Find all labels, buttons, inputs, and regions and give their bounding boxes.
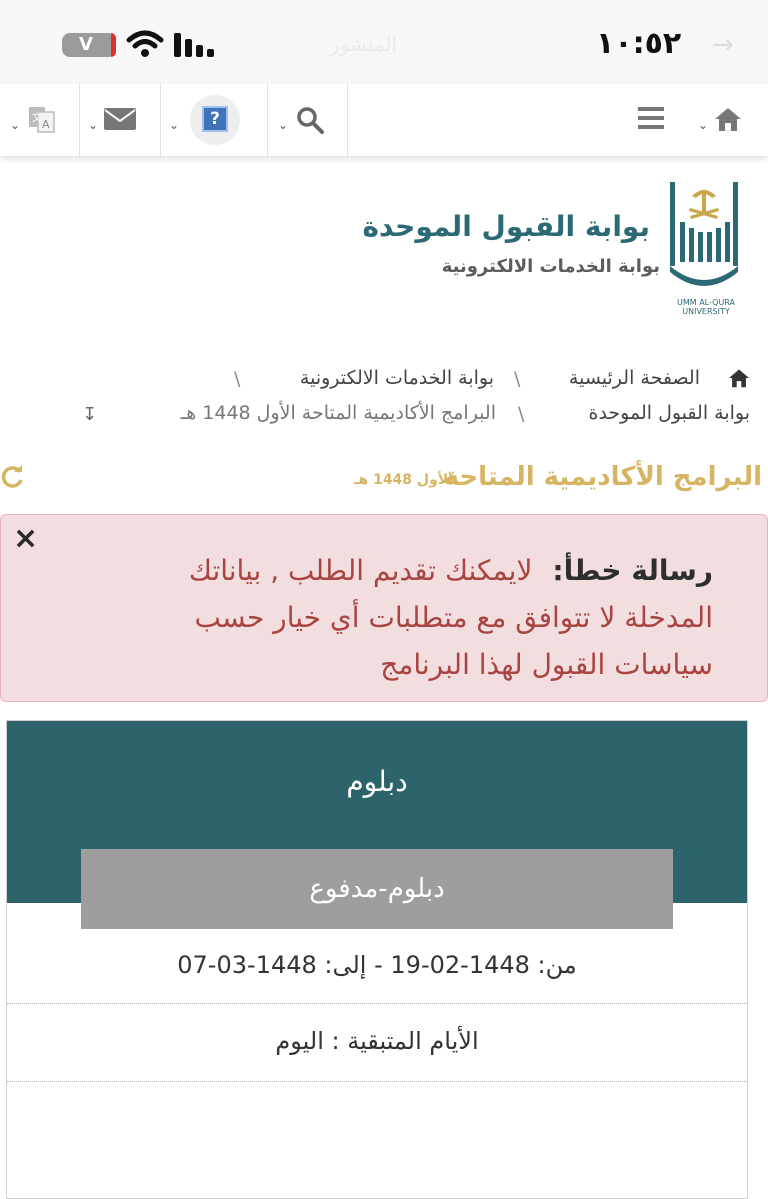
home-icon <box>715 108 741 131</box>
svg-text:A: A <box>42 118 50 131</box>
divider <box>7 1081 747 1082</box>
chevron-down-icon: ⌄ <box>169 118 180 132</box>
breadcrumb-separator: \ <box>518 403 525 425</box>
menu-icon[interactable] <box>638 106 664 130</box>
chevron-down-icon: ⌄ <box>698 118 709 132</box>
status-bar: V المنشور ١٠:٥٢ → <box>0 0 768 88</box>
mail-button[interactable]: ⌄ <box>80 84 161 156</box>
page-title: البرامج الأكاديمية المتاحة <box>443 462 762 492</box>
program-title: دبلوم <box>346 765 408 798</box>
search-button[interactable]: ⌄ <box>268 84 348 156</box>
error-alert: × رسالة خطأ:لايمكنك تقديم الطلب , بيانات… <box>0 514 768 702</box>
home-button[interactable]: ⌄ <box>690 84 760 156</box>
alert-body: رسالة خطأ:لايمكنك تقديم الطلب , بياناتك … <box>133 547 713 688</box>
program-card: دبلوم دبلوم-مدفوع من: 1448-02-19 - إلى: … <box>6 720 748 1199</box>
breadcrumb-services[interactable]: بوابة الخدمات الالكترونية <box>300 367 494 389</box>
chevron-down-icon: ⌄ <box>278 118 289 132</box>
program-date-range: من: 1448-02-19 - إلى: 1448-03-07 <box>177 951 577 979</box>
wifi-icon <box>126 30 164 57</box>
clock: ١٠:٥٢ <box>596 26 682 61</box>
breadcrumb-admission[interactable]: بوابة القبول الموحدة <box>588 402 750 424</box>
download-icon[interactable]: ↧ <box>82 404 97 425</box>
breadcrumb-home[interactable]: الصفحة الرئيسية <box>569 367 700 389</box>
breadcrumb-current: البرامج الأكاديمية المتاحة الأول 1448 هـ <box>180 402 496 424</box>
search-icon <box>297 107 324 134</box>
translate-icon: 文 A <box>29 107 55 133</box>
back-arrow-icon: → <box>712 30 734 60</box>
battery-icon: V <box>62 33 116 57</box>
breadcrumb-separator: \ <box>234 368 241 390</box>
page-title-term: الأول 1448 هـ <box>353 472 453 488</box>
status-center-text: المنشور <box>330 32 398 56</box>
program-type-button[interactable]: دبلوم-مدفوع <box>81 849 673 929</box>
logo-caption: UMM AL-QURA UNIVERSITY <box>676 298 736 316</box>
breadcrumb-separator: \ <box>514 368 521 390</box>
toolbar: ⌄ 文 A ⌄ ⌄ ⌄ ⌄ <box>0 84 768 156</box>
close-icon[interactable]: × <box>13 521 38 556</box>
mail-icon <box>104 108 136 130</box>
battery-level: V <box>79 34 93 55</box>
brand-subtitle: بوابة الخدمات الالكترونية <box>441 256 660 277</box>
help-icon: ? <box>202 106 228 132</box>
breadcrumb-home-icon[interactable] <box>728 368 750 388</box>
translate-button[interactable]: ⌄ 文 A <box>0 84 80 156</box>
university-logo <box>670 182 738 286</box>
signal-icon <box>174 33 214 57</box>
program-remaining-days: الأيام المتبقية : اليوم <box>275 1027 479 1055</box>
chevron-down-icon: ⌄ <box>10 118 21 132</box>
svg-text:文: 文 <box>32 111 42 124</box>
refresh-icon[interactable] <box>0 464 24 490</box>
help-icon-wrap[interactable]: ? <box>190 95 240 145</box>
alert-label: رسالة خطأ: <box>552 554 713 587</box>
brand-title: بوابة القبول الموحدة <box>362 210 650 243</box>
divider <box>7 1003 747 1004</box>
chevron-down-icon: ⌄ <box>88 118 99 132</box>
